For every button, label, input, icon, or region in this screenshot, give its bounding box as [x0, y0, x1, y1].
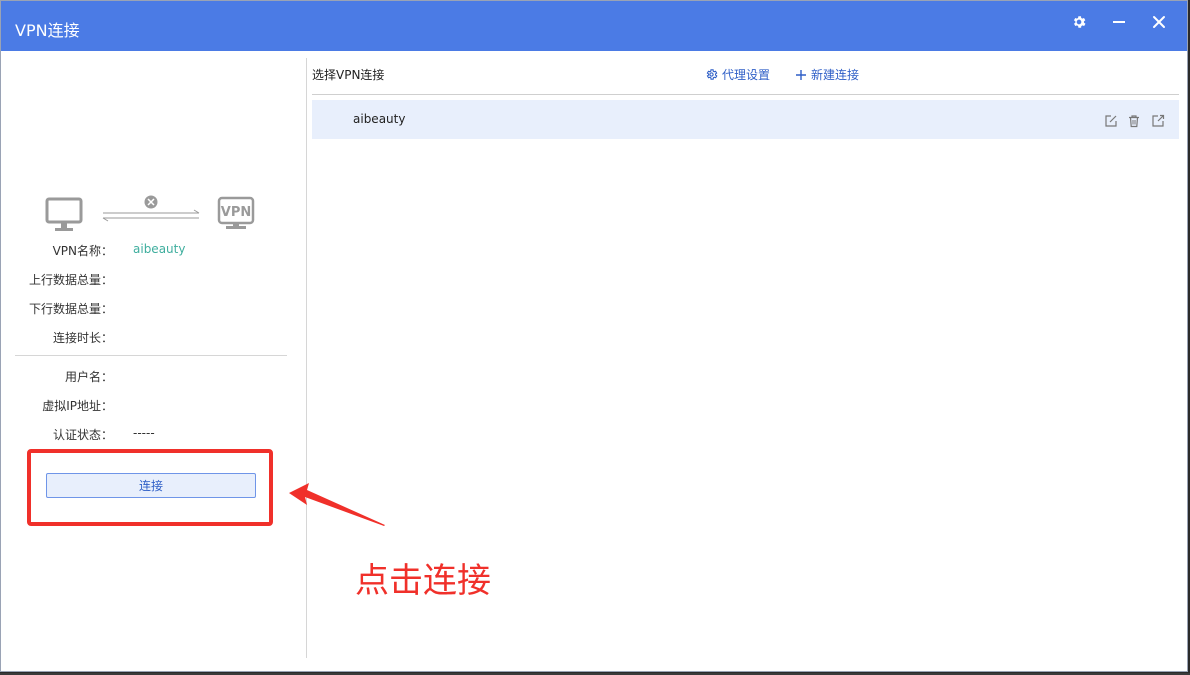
info-row-username: 用户名：: [1, 368, 301, 386]
vpn-window: VPN 连接 VPN VPN名称： aibeauty 上行数据总量： 下行数据总量…: [0, 0, 1188, 672]
info-row-upload-total: 上行数据总量：: [1, 271, 301, 289]
close-icon: [1153, 16, 1165, 28]
vpn-name-label: VPN名称：: [52, 244, 113, 258]
vpn-connection-row[interactable]: aibeauty: [312, 100, 1179, 139]
duration-label: 连接时长：: [52, 331, 113, 345]
connect-button[interactable]: 连接: [46, 473, 256, 498]
gear-outline-icon: [706, 69, 718, 80]
close-button[interactable]: [1145, 11, 1173, 33]
plus-icon: [796, 69, 806, 80]
monitor-icon: [45, 197, 83, 231]
delete-icon[interactable]: [1127, 114, 1141, 128]
virtual-ip-label: 虚拟IP地址：: [42, 399, 113, 413]
export-icon[interactable]: [1151, 114, 1165, 128]
info-row-virtual-ip: 虚拟IP地址：: [1, 397, 301, 415]
new-connection-button[interactable]: 新建连接: [795, 66, 859, 83]
info-row-download-total: 下行数据总量：: [1, 300, 301, 318]
vpn-server-icon: VPN: [217, 196, 255, 229]
list-header-divider: [312, 94, 1179, 95]
minimize-button[interactable]: [1105, 11, 1133, 33]
vpn-connection-name: aibeauty: [353, 112, 406, 126]
download-total-label: 下行数据总量：: [28, 302, 113, 316]
vpn-name-value: aibeauty: [133, 242, 186, 256]
upload-total-label: 上行数据总量：: [28, 273, 113, 287]
auth-status-label: 认证状态：: [52, 428, 113, 442]
connection-status-panel: VPN VPN名称： aibeauty 上行数据总量： 下行数据总量： 连接时长…: [1, 51, 306, 657]
annotation-arrow: [289, 483, 385, 526]
annotation-text: 点击连接: [355, 561, 491, 601]
settings-button[interactable]: [1065, 11, 1093, 33]
new-connection-label: 新建连接: [811, 68, 860, 82]
gear-icon: [1073, 16, 1086, 28]
info-row-duration: 连接时长：: [1, 329, 301, 347]
auth-status-value: -----: [133, 426, 155, 440]
titlebar: VPN连接: [1, 1, 1187, 51]
proxy-settings-button[interactable]: 代理设置: [705, 66, 770, 83]
edit-icon[interactable]: [1104, 114, 1118, 128]
disconnected-x-icon: [144, 195, 158, 209]
info-row-auth-status: 认证状态： -----: [1, 426, 301, 444]
connection-diagram: VPN: [45, 195, 255, 231]
connection-arrows: [102, 209, 200, 222]
vpn-icon-label: VPN: [221, 205, 251, 220]
username-label: 用户名：: [64, 370, 113, 384]
minimize-icon: [1113, 21, 1125, 23]
proxy-settings-label: 代理设置: [722, 68, 771, 82]
window-title: VPN连接: [15, 21, 80, 40]
vpn-list-title: 选择VPN连接: [312, 68, 385, 82]
info-row-vpn-name: VPN名称： aibeauty: [1, 242, 301, 260]
section-divider: [15, 355, 287, 356]
